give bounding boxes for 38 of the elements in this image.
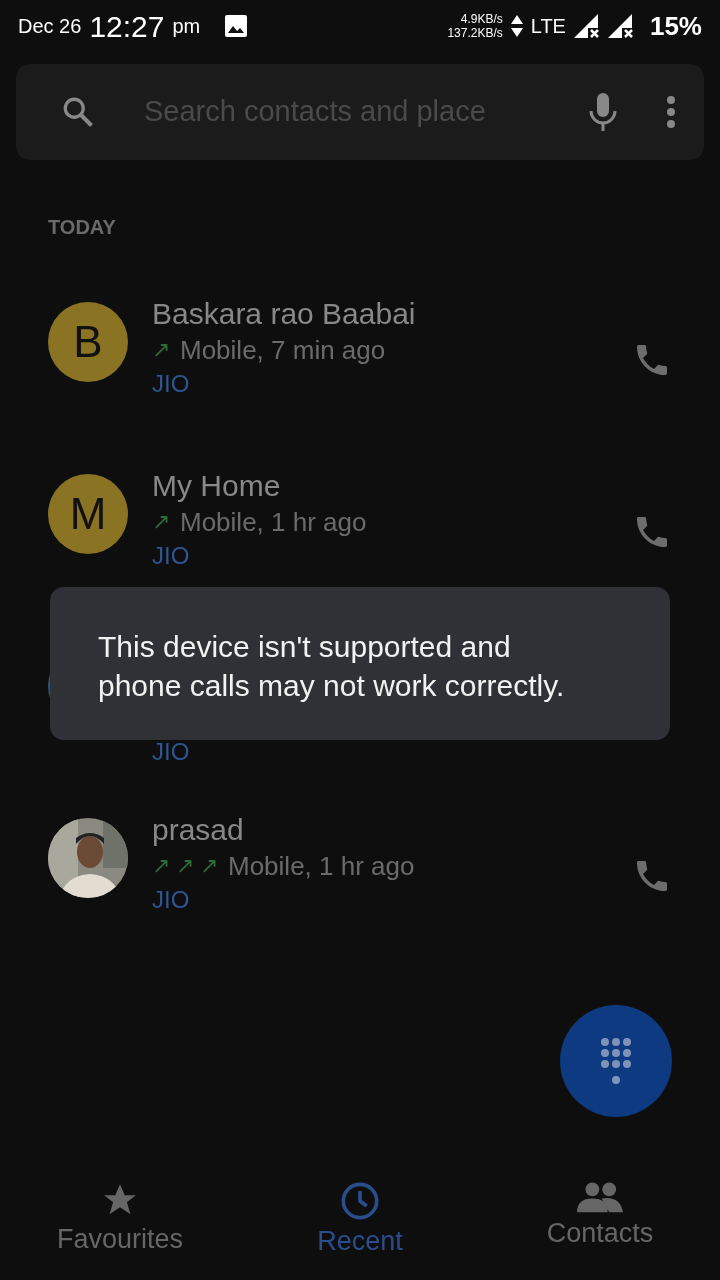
battery-level: 15% <box>649 9 702 43</box>
toast-message: This device isn't supported and phone calls may not work correctly. <box>50 587 670 740</box>
contact-name: prasad <box>152 812 245 848</box>
call-direction-icon: ↗ <box>152 850 170 882</box>
sim-label: JIO <box>152 737 190 767</box>
microphone-icon[interactable] <box>588 92 618 132</box>
sim-label: JIO <box>152 541 191 572</box>
download-speed: 137.2KB/s <box>447 26 503 41</box>
section-header: TODAY <box>48 216 116 238</box>
contact-name: My Home <box>152 468 282 504</box>
data-arrows-icon <box>510 15 523 37</box>
call-direction-icon: ↗ <box>152 506 170 538</box>
avatar: M <box>48 474 128 554</box>
upload-speed: 4.9KB/s <box>459 11 503 26</box>
avatar: B <box>48 302 128 382</box>
call-direction-icon: ↗ <box>200 850 218 882</box>
signal-icon <box>607 14 634 38</box>
call-direction-icon: ↗ <box>176 850 194 882</box>
people-icon[interactable] <box>577 1181 623 1213</box>
tab[interactable]: Favourites <box>0 1180 240 1280</box>
sim-label: JIO <box>152 885 191 916</box>
clock-icon[interactable] <box>340 1181 380 1221</box>
signal-icon <box>573 14 600 38</box>
contact-name: Baskara rao Baabai <box>152 296 416 332</box>
status-ampm: pm <box>172 14 201 39</box>
dialpad-icon <box>599 1036 633 1086</box>
network-type: LTE <box>530 14 566 39</box>
call-detail: Mobile, 7 min ago <box>180 334 386 367</box>
tab[interactable]: Recent <box>240 1180 480 1280</box>
image-icon <box>224 14 249 38</box>
status-date: Dec 26 <box>18 14 82 39</box>
call-detail: Mobile, 1 hr ago <box>228 850 415 883</box>
call-detail: Mobile, 1 hr ago <box>180 506 367 539</box>
sim-label: JIO <box>152 369 191 400</box>
status-time: 12:27 <box>89 8 165 45</box>
more-options-icon[interactable] <box>666 95 676 129</box>
call-direction-icon: ↗ <box>152 334 170 366</box>
tab[interactable]: Contacts <box>480 1180 720 1280</box>
